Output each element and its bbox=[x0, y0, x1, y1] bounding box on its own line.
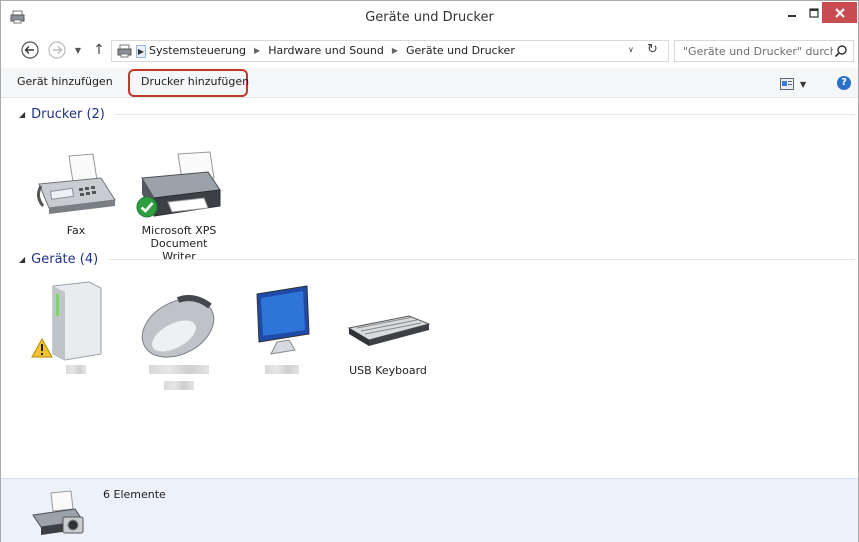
close-icon bbox=[834, 7, 845, 18]
fax-icon bbox=[31, 150, 121, 222]
device-item-fax[interactable]: Fax bbox=[31, 150, 121, 237]
search-icon[interactable] bbox=[834, 44, 848, 58]
devices-printers-large-icon bbox=[32, 490, 84, 535]
device-item-xps-writer[interactable]: Microsoft XPS Document Writer bbox=[134, 150, 224, 263]
items-view: ◢ Drucker (2) Fax Microsoft XPS Document… bbox=[1, 98, 858, 478]
external-drive-icon bbox=[31, 280, 121, 362]
maximize-icon bbox=[809, 7, 819, 18]
monitor-icon bbox=[237, 280, 327, 362]
details-pane: 6 Elemente bbox=[1, 478, 858, 542]
chevron-right-icon[interactable]: ▶ bbox=[392, 46, 398, 55]
breadcrumb: Systemsteuerung ▶ Hardware und Sound ▶ G… bbox=[149, 44, 515, 57]
collapse-triangle-icon[interactable]: ◢ bbox=[19, 255, 25, 264]
printer-icon bbox=[134, 150, 224, 222]
help-button[interactable]: ? bbox=[837, 76, 851, 90]
change-view-button[interactable]: ▼ bbox=[780, 77, 812, 91]
breadcrumb-item[interactable]: Geräte und Drucker bbox=[406, 44, 515, 57]
group-divider bbox=[114, 114, 855, 115]
group-header-devices[interactable]: ◢ Geräte (4) bbox=[19, 252, 855, 267]
device-item-monitor[interactable] bbox=[237, 280, 327, 377]
warning-icon bbox=[31, 338, 53, 358]
view-options-icon bbox=[780, 78, 794, 90]
help-icon: ? bbox=[841, 77, 847, 88]
breadcrumb-root-arrow[interactable]: ▶ bbox=[136, 45, 146, 58]
recent-locations-button[interactable]: ▼ bbox=[71, 40, 85, 60]
chevron-right-icon[interactable]: ▶ bbox=[254, 46, 260, 55]
default-checkmark-icon bbox=[136, 196, 158, 218]
window: Geräte und Drucker ▼ ↑ ▶ Systemsteuerung… bbox=[0, 0, 859, 542]
device-item-mouse[interactable] bbox=[134, 280, 224, 393]
chevron-down-icon: ▼ bbox=[800, 79, 807, 89]
mouse-icon bbox=[134, 280, 224, 362]
address-history-dropdown[interactable]: ∨ bbox=[628, 45, 634, 54]
collapse-triangle-icon[interactable]: ◢ bbox=[19, 110, 25, 119]
search-input[interactable]: "Geräte und Drucker" durchsu... bbox=[683, 45, 833, 58]
group-divider bbox=[108, 259, 855, 260]
forward-button[interactable] bbox=[47, 40, 67, 60]
group-header-printers[interactable]: ◢ Drucker (2) bbox=[19, 107, 855, 122]
redacted-label bbox=[134, 364, 224, 393]
up-button[interactable]: ↑ bbox=[91, 40, 107, 60]
refresh-icon[interactable]: ↻ bbox=[647, 42, 658, 57]
window-title: Geräte und Drucker bbox=[365, 10, 494, 25]
device-item-drive[interactable] bbox=[31, 280, 121, 377]
breadcrumb-item[interactable]: Hardware und Sound bbox=[268, 44, 384, 57]
minimize-icon bbox=[788, 14, 796, 17]
keyboard-icon bbox=[343, 280, 433, 362]
forward-arrow-icon bbox=[48, 41, 66, 59]
back-button[interactable] bbox=[20, 40, 40, 60]
redacted-label bbox=[237, 364, 327, 377]
back-arrow-icon bbox=[21, 41, 39, 59]
up-arrow-icon: ↑ bbox=[93, 42, 105, 58]
close-button[interactable] bbox=[822, 2, 857, 23]
chevron-down-icon: ▼ bbox=[74, 45, 82, 55]
address-bar[interactable]: ▶ Systemsteuerung ▶ Hardware und Sound ▶… bbox=[111, 40, 669, 62]
add-printer-button[interactable]: Drucker hinzufügen bbox=[141, 75, 249, 88]
item-label: USB Keyboard bbox=[349, 364, 427, 377]
group-title: Geräte (4) bbox=[31, 252, 99, 267]
group-title: Drucker (2) bbox=[31, 107, 105, 122]
title-bar: Geräte und Drucker bbox=[1, 1, 858, 33]
command-bar: Gerät hinzufügen Drucker hinzufügen ▼ ? bbox=[1, 68, 858, 98]
devices-printers-location-icon bbox=[117, 44, 132, 58]
redacted-label bbox=[31, 364, 121, 377]
item-label: Fax bbox=[66, 224, 86, 237]
add-device-button[interactable]: Gerät hinzufügen bbox=[17, 75, 113, 88]
item-count-text: 6 Elemente bbox=[103, 488, 166, 501]
navigation-bar: ▼ ↑ ▶ Systemsteuerung ▶ Hardware und Sou… bbox=[1, 37, 858, 65]
search-box[interactable]: "Geräte und Drucker" durchsu... bbox=[674, 40, 854, 62]
breadcrumb-item[interactable]: Systemsteuerung bbox=[149, 44, 246, 57]
device-item-keyboard[interactable]: USB Keyboard bbox=[343, 280, 433, 377]
